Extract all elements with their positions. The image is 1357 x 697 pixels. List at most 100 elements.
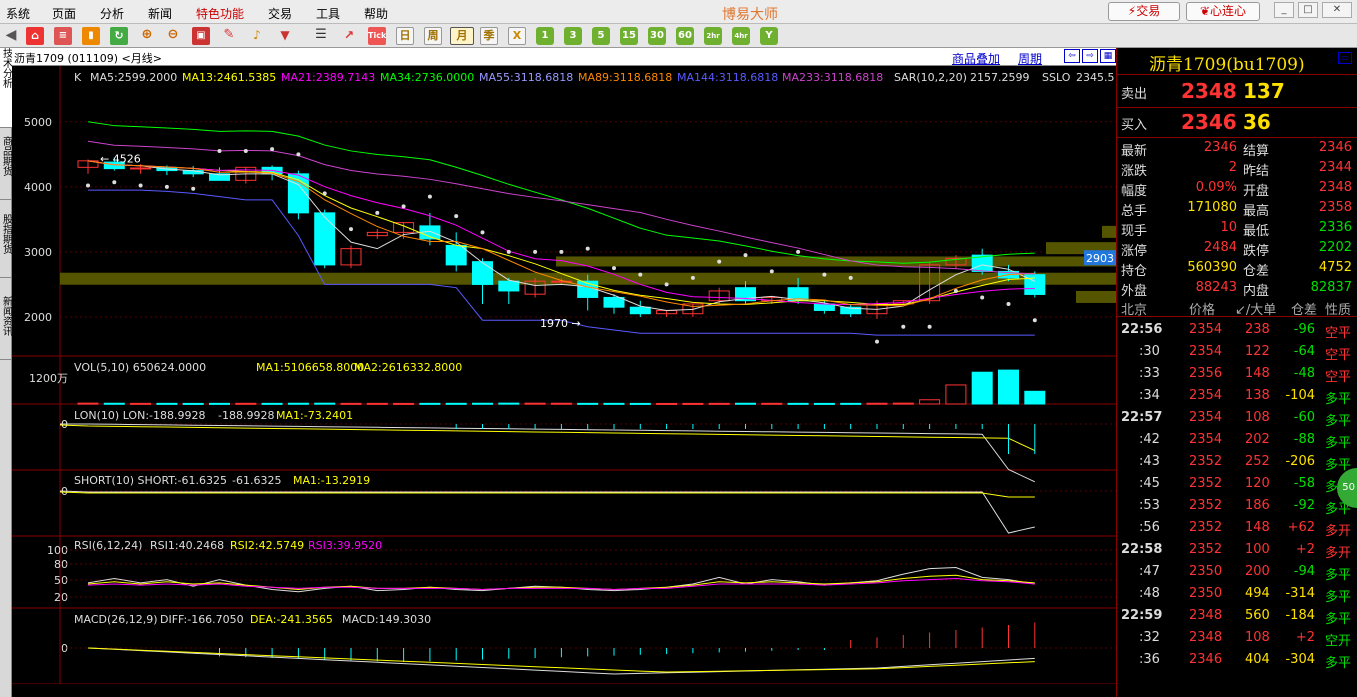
tick-row: :452352120-58多平 <box>1117 473 1357 495</box>
trade-button[interactable]: ⚡交易 <box>1108 2 1180 21</box>
zoom-in-icon[interactable]: ⊕ <box>138 27 156 45</box>
tick-cell: 238 <box>1245 322 1270 337</box>
menu-help[interactable]: 帮助 <box>364 5 388 22</box>
period-link[interactable]: 周期 <box>1018 50 1042 67</box>
tab-technical[interactable]: 技术分析 <box>0 48 12 128</box>
minute-chart-icon[interactable]: ≡ <box>54 27 72 45</box>
refresh-icon[interactable]: ↻ <box>110 27 128 45</box>
stat-value: 2202 <box>1318 240 1352 255</box>
period-5min[interactable]: 5 <box>592 27 610 45</box>
vol-axis-label: 1200万 <box>29 372 68 385</box>
menu-analysis[interactable]: 分析 <box>100 5 124 22</box>
quote-stat-row: 涨跌 2 昨结 2344 <box>1117 158 1357 179</box>
volume-bar <box>577 402 599 405</box>
period-4hr[interactable]: 4hr <box>732 27 750 45</box>
left-side-tabs: 技术分析 商品期货 股指期货 新闻资讯 <box>0 48 12 697</box>
tick-cell: 122 <box>1245 344 1270 359</box>
period-30min[interactable]: 30 <box>648 27 666 45</box>
volume-bar <box>1024 390 1046 405</box>
sar-dot <box>980 295 985 300</box>
volume-bar <box>735 402 756 405</box>
support-band <box>1076 290 1116 303</box>
period-quarter[interactable]: 季 <box>480 27 498 45</box>
period-year[interactable]: Y <box>760 27 778 45</box>
period-3min[interactable]: 3 <box>564 27 582 45</box>
menu-system[interactable]: 系统 <box>6 5 30 22</box>
layout-icon[interactable]: ▦ <box>1100 49 1116 63</box>
volume-bar <box>787 402 809 405</box>
period-day[interactable]: 日 <box>396 27 414 45</box>
zoom-out-icon[interactable]: ⊖ <box>164 27 182 45</box>
tab-index-futures[interactable]: 股指期货 <box>0 214 12 278</box>
scroll-left-icon[interactable]: ⇦ <box>1064 49 1080 63</box>
tick-cell: -206 <box>1285 454 1315 469</box>
ma55-label: MA55:3118.6818 <box>479 71 573 84</box>
heart-button-label: 心连心 <box>1210 4 1247 18</box>
period-60min[interactable]: 60 <box>676 27 694 45</box>
date-axis <box>12 684 1116 697</box>
quote-stat-row: 最新 2346 结算 2346 <box>1117 138 1357 159</box>
volume-bar <box>761 402 783 405</box>
volume-bar <box>524 402 546 405</box>
period-1min[interactable]: 1 <box>536 27 554 45</box>
period-2hr[interactable]: 2hr <box>704 27 722 45</box>
stat-value: 0.09% <box>1195 180 1237 195</box>
heart-icon: ❦ <box>1199 4 1211 18</box>
support-band <box>1102 225 1116 238</box>
panel-menu-icon[interactable]: ▭ <box>1338 52 1352 64</box>
tab-commodities[interactable]: 商品期货 <box>0 136 12 200</box>
kline-chart[interactable]: 50004000300020001200万001008050200 ← 4526… <box>12 66 1116 697</box>
back-icon[interactable]: ◀ <box>2 27 20 45</box>
home-icon[interactable]: ⌂ <box>26 27 44 45</box>
close-icon[interactable]: ✕ <box>1322 2 1352 18</box>
menu-news[interactable]: 新闻 <box>148 5 172 22</box>
period-15min[interactable]: 15 <box>620 27 638 45</box>
quote-stat-row: 幅度 0.09% 开盘 2348 <box>1117 178 1357 199</box>
tick-cell: +2 <box>1295 630 1315 645</box>
minimize-icon[interactable]: _ <box>1274 2 1294 18</box>
tick-header-time: 北京 <box>1121 303 1148 318</box>
menu-features[interactable]: 特色功能 <box>196 5 244 22</box>
tick-cell: 空平 <box>1325 370 1352 385</box>
restore-icon[interactable]: □ <box>1298 2 1318 18</box>
window-icon[interactable]: ▣ <box>192 27 210 45</box>
table-icon[interactable]: ☰ <box>312 27 330 45</box>
volume-bar <box>603 402 625 405</box>
sar-dot <box>743 253 748 258</box>
tick-row: :43 2352 252 -206 多平 <box>1117 451 1357 473</box>
tick-cell: 108 <box>1245 410 1270 425</box>
period-custom[interactable]: X <box>508 27 526 45</box>
period-tick[interactable]: Tick <box>368 27 386 45</box>
draw-line-icon[interactable]: ✎ <box>220 27 238 45</box>
tick-cell: 2348 <box>1189 630 1223 645</box>
volume-bar <box>156 402 178 405</box>
scroll-right-icon[interactable]: ⇨ <box>1082 49 1098 63</box>
buy-price: 2346 <box>1181 110 1237 134</box>
tick-cell: -48 <box>1293 366 1315 381</box>
lon-value: -188.9928 <box>218 409 274 422</box>
period-week[interactable]: 周 <box>424 27 442 45</box>
diff-label: DIFF:-166.7050 <box>160 613 244 626</box>
menu-trade[interactable]: 交易 <box>268 5 292 22</box>
tick-row: 22:57 2354 108 -60 多平 <box>1117 407 1357 429</box>
short-ma-line <box>59 491 1035 498</box>
menu-page[interactable]: 页面 <box>52 5 76 22</box>
tab-commodities-label: 商品期货 <box>0 136 12 176</box>
stat-value: 82837 <box>1310 280 1352 295</box>
overlay-link[interactable]: 商品叠加 <box>952 50 1000 67</box>
tick-cell: 多平 <box>1325 612 1352 627</box>
sar-dot <box>375 210 380 215</box>
menu-tools[interactable]: 工具 <box>316 5 340 22</box>
heart-button[interactable]: ❦心连心 <box>1186 2 1260 21</box>
tab-news[interactable]: 新闻资讯 <box>0 296 12 360</box>
bell-icon[interactable]: ♪ <box>248 27 266 45</box>
short-line <box>59 490 1035 534</box>
filter-icon[interactable]: ▼ <box>276 27 294 45</box>
symbol-label: 沥青1709 (011109) <月线> <box>14 52 162 65</box>
kline-icon[interactable]: ▮ <box>82 27 100 45</box>
stat-label: 幅度 <box>1121 184 1148 199</box>
period-month[interactable]: 月 <box>450 27 474 45</box>
trend-icon[interactable]: ↗ <box>340 27 358 45</box>
stat-label: 结算 <box>1243 144 1270 159</box>
volume-bar <box>813 402 835 405</box>
